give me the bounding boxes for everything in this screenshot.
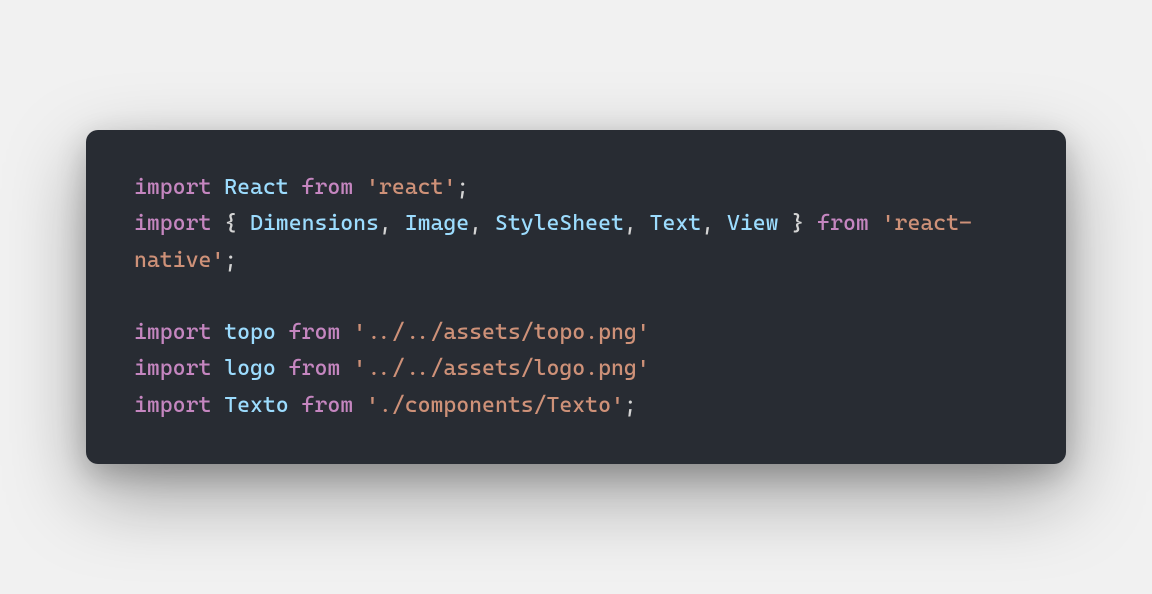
code-token: from — [289, 393, 366, 418]
code-token: import — [134, 211, 224, 236]
code-token: 'react' — [366, 175, 456, 200]
code-line: import Texto from './components/Texto'; — [134, 388, 1018, 424]
code-token: import — [134, 320, 224, 345]
code-token: , — [624, 211, 650, 236]
code-token: ; — [224, 248, 237, 273]
code-line — [134, 279, 1018, 315]
code-token: from — [276, 356, 353, 381]
code-token: React — [224, 175, 288, 200]
code-token: } — [779, 211, 805, 236]
code-line: import { Dimensions, Image, StyleSheet, … — [134, 206, 1018, 279]
code-line: import logo from '../../assets/logo.png' — [134, 351, 1018, 387]
code-token: Image — [405, 211, 469, 236]
code-block: import React from 'react';import { Dimen… — [134, 170, 1018, 424]
code-token: ; — [456, 175, 469, 200]
code-line: import React from 'react'; — [134, 170, 1018, 206]
code-token: from — [804, 211, 881, 236]
code-token: Dimensions — [250, 211, 379, 236]
code-token: import — [134, 175, 224, 200]
code-token: '../../assets/topo.png' — [353, 320, 649, 345]
code-token: from — [276, 320, 353, 345]
code-token: ; — [624, 393, 637, 418]
code-token: './components/Texto' — [366, 393, 624, 418]
code-token: , — [701, 211, 727, 236]
code-token: Texto — [224, 393, 288, 418]
code-snippet-card: import React from 'react';import { Dimen… — [86, 130, 1066, 464]
code-token: topo — [224, 320, 276, 345]
code-token: , — [469, 211, 495, 236]
code-token: StyleSheet — [495, 211, 624, 236]
code-token: Text — [650, 211, 702, 236]
code-token: import — [134, 393, 224, 418]
code-token: '../../assets/logo.png' — [353, 356, 649, 381]
code-token: logo — [224, 356, 276, 381]
code-token: from — [289, 175, 366, 200]
code-token: { — [224, 211, 250, 236]
code-token: , — [379, 211, 405, 236]
code-token: import — [134, 356, 224, 381]
code-token: View — [727, 211, 779, 236]
code-line: import topo from '../../assets/topo.png' — [134, 315, 1018, 351]
